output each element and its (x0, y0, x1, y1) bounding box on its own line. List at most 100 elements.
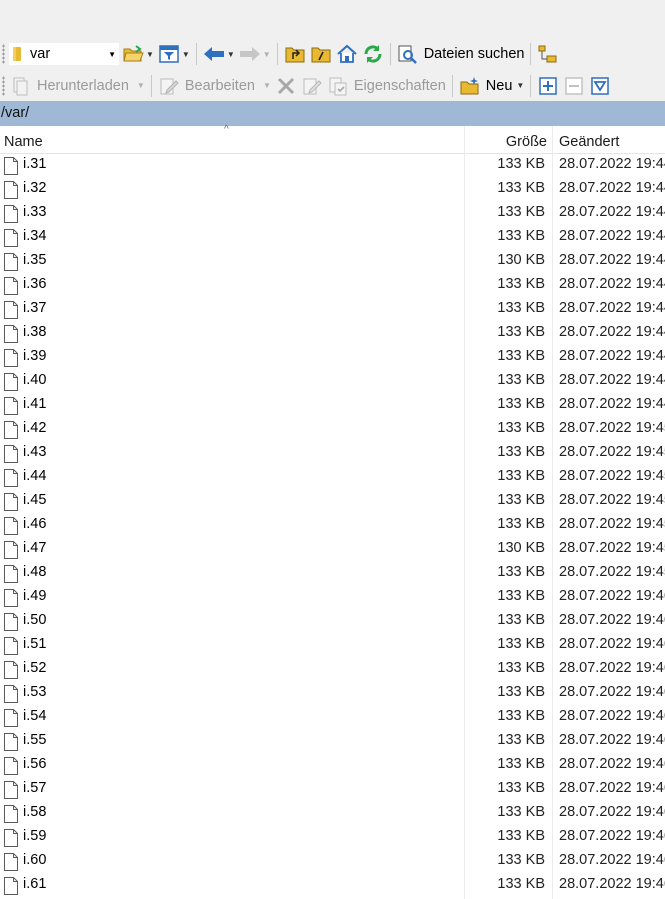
file-row[interactable]: i.51 133 KB 28.07.2022 19:46 (0, 634, 665, 658)
filter-select-button[interactable] (587, 73, 613, 99)
file-row[interactable]: i.56 133 KB 28.07.2022 19:46 (0, 754, 665, 778)
file-icon (4, 469, 18, 487)
file-row[interactable]: i.61 133 KB 28.07.2022 19:46 (0, 874, 665, 898)
file-size: 133 KB (497, 276, 545, 292)
rename-button[interactable] (299, 73, 325, 99)
file-modified: 28.07.2022 19:46 (559, 612, 665, 628)
toolbar-navigation: var ▼ ▼ ▼ ▼ ▼ Dateien suchen (0, 38, 665, 70)
rename-icon (301, 75, 323, 97)
file-name: i.57 (23, 780, 47, 796)
file-icon (4, 325, 18, 343)
file-row[interactable]: i.35 130 KB 28.07.2022 19:44 (0, 250, 665, 274)
file-name: i.45 (23, 492, 47, 508)
file-icon (4, 541, 18, 559)
filter-icon (158, 43, 180, 65)
chevron-down-icon[interactable]: ▼ (516, 81, 524, 90)
select-button[interactable] (535, 73, 561, 99)
file-row[interactable]: i.41 133 KB 28.07.2022 19:44 (0, 394, 665, 418)
file-icon (4, 589, 18, 607)
chevron-down-icon[interactable]: ▼ (263, 81, 271, 90)
file-modified: 28.07.2022 19:46 (559, 804, 665, 820)
minus-icon (563, 75, 585, 97)
file-row[interactable]: i.53 133 KB 28.07.2022 19:46 (0, 682, 665, 706)
file-row[interactable]: i.37 133 KB 28.07.2022 19:44 (0, 298, 665, 322)
file-name: i.44 (23, 468, 47, 484)
column-header-modified[interactable]: Geändert (559, 126, 619, 154)
file-row[interactable]: i.32 133 KB 28.07.2022 19:44 (0, 178, 665, 202)
file-modified: 28.07.2022 19:46 (559, 708, 665, 724)
edit-button[interactable]: Bearbeiten ▼ (156, 73, 273, 99)
file-modified: 28.07.2022 19:44 (559, 324, 665, 340)
refresh-button[interactable] (360, 41, 386, 67)
file-row[interactable]: i.39 133 KB 28.07.2022 19:44 (0, 346, 665, 370)
delete-button[interactable] (273, 73, 299, 99)
forward-button[interactable]: ▼ (237, 41, 273, 67)
parent-folder-icon (284, 43, 306, 65)
file-name: i.50 (23, 612, 47, 628)
toolbar-grip[interactable] (2, 44, 5, 64)
properties-button[interactable]: Eigenschaften (325, 73, 448, 99)
chevron-down-icon[interactable]: ▼ (108, 50, 116, 59)
file-row[interactable]: i.48 133 KB 28.07.2022 19:45 (0, 562, 665, 586)
file-row[interactable]: i.33 133 KB 28.07.2022 19:44 (0, 202, 665, 226)
chevron-down-icon[interactable]: ▼ (146, 50, 154, 59)
arrow-right-icon (239, 43, 261, 65)
path-bar[interactable]: /var/ (0, 101, 665, 126)
chevron-down-icon[interactable]: ▼ (227, 50, 235, 59)
file-row[interactable]: i.49 133 KB 28.07.2022 19:46 (0, 586, 665, 610)
root-directory-button[interactable] (308, 41, 334, 67)
file-row[interactable]: i.60 133 KB 28.07.2022 19:46 (0, 850, 665, 874)
file-row[interactable]: i.57 133 KB 28.07.2022 19:46 (0, 778, 665, 802)
file-row[interactable]: i.47 130 KB 28.07.2022 19:45 (0, 538, 665, 562)
chevron-down-icon[interactable]: ▼ (182, 50, 190, 59)
download-button[interactable]: Herunterladen ▼ (8, 73, 147, 99)
file-row[interactable]: i.46 133 KB 28.07.2022 19:45 (0, 514, 665, 538)
file-size: 133 KB (497, 828, 545, 844)
open-directory-button[interactable]: ▼ (120, 41, 156, 67)
file-size: 133 KB (497, 420, 545, 436)
directory-tree-button[interactable] (535, 41, 561, 67)
directory-combobox[interactable]: var ▼ (8, 42, 120, 66)
file-row[interactable]: i.36 133 KB 28.07.2022 19:44 (0, 274, 665, 298)
back-button[interactable]: ▼ (201, 41, 237, 67)
file-row[interactable]: i.45 133 KB 28.07.2022 19:45 (0, 490, 665, 514)
file-row[interactable]: i.40 133 KB 28.07.2022 19:44 (0, 370, 665, 394)
file-row[interactable]: i.55 133 KB 28.07.2022 19:46 (0, 730, 665, 754)
file-icon (4, 853, 18, 871)
file-row[interactable]: i.34 133 KB 28.07.2022 19:44 (0, 226, 665, 250)
file-row[interactable]: i.58 133 KB 28.07.2022 19:46 (0, 802, 665, 826)
file-size: 133 KB (497, 612, 545, 628)
file-row[interactable]: i.42 133 KB 28.07.2022 19:45 (0, 418, 665, 442)
toolbar-grip[interactable] (2, 75, 5, 96)
parent-directory-button[interactable] (282, 41, 308, 67)
file-icon (4, 181, 18, 199)
file-row[interactable]: i.52 133 KB 28.07.2022 19:46 (0, 658, 665, 682)
file-row[interactable]: i.38 133 KB 28.07.2022 19:44 (0, 322, 665, 346)
column-header-name[interactable]: Name (4, 126, 43, 154)
toolbar-separator (530, 74, 532, 97)
file-icon (4, 421, 18, 439)
file-row[interactable]: i.59 133 KB 28.07.2022 19:46 (0, 826, 665, 850)
file-size: 133 KB (497, 156, 545, 172)
find-files-button[interactable]: Dateien suchen (395, 41, 527, 67)
download-icon (10, 75, 32, 97)
file-row[interactable]: i.44 133 KB 28.07.2022 19:45 (0, 466, 665, 490)
toolbar-separator (389, 43, 391, 65)
tree-view-icon (537, 43, 559, 65)
file-size: 130 KB (497, 252, 545, 268)
new-button[interactable]: Neu ▼ (457, 73, 527, 99)
chevron-down-icon[interactable]: ▼ (137, 81, 145, 90)
file-row[interactable]: i.31 133 KB 28.07.2022 19:44 (0, 154, 665, 178)
unselect-button[interactable] (561, 73, 587, 99)
file-row[interactable]: i.54 133 KB 28.07.2022 19:46 (0, 706, 665, 730)
filter-button[interactable]: ▼ (156, 41, 192, 67)
file-row[interactable]: i.43 133 KB 28.07.2022 19:45 (0, 442, 665, 466)
file-row[interactable]: i.50 133 KB 28.07.2022 19:46 (0, 610, 665, 634)
file-list: i.31 133 KB 28.07.2022 19:44 i.32 133 KB 28.0… (0, 154, 665, 898)
chevron-down-icon[interactable]: ▼ (263, 50, 271, 59)
file-name: i.32 (23, 180, 47, 196)
home-directory-button[interactable] (334, 41, 360, 67)
file-name: i.40 (23, 372, 47, 388)
column-header-size[interactable]: Größe (465, 126, 547, 154)
file-modified: 28.07.2022 19:44 (559, 372, 665, 388)
